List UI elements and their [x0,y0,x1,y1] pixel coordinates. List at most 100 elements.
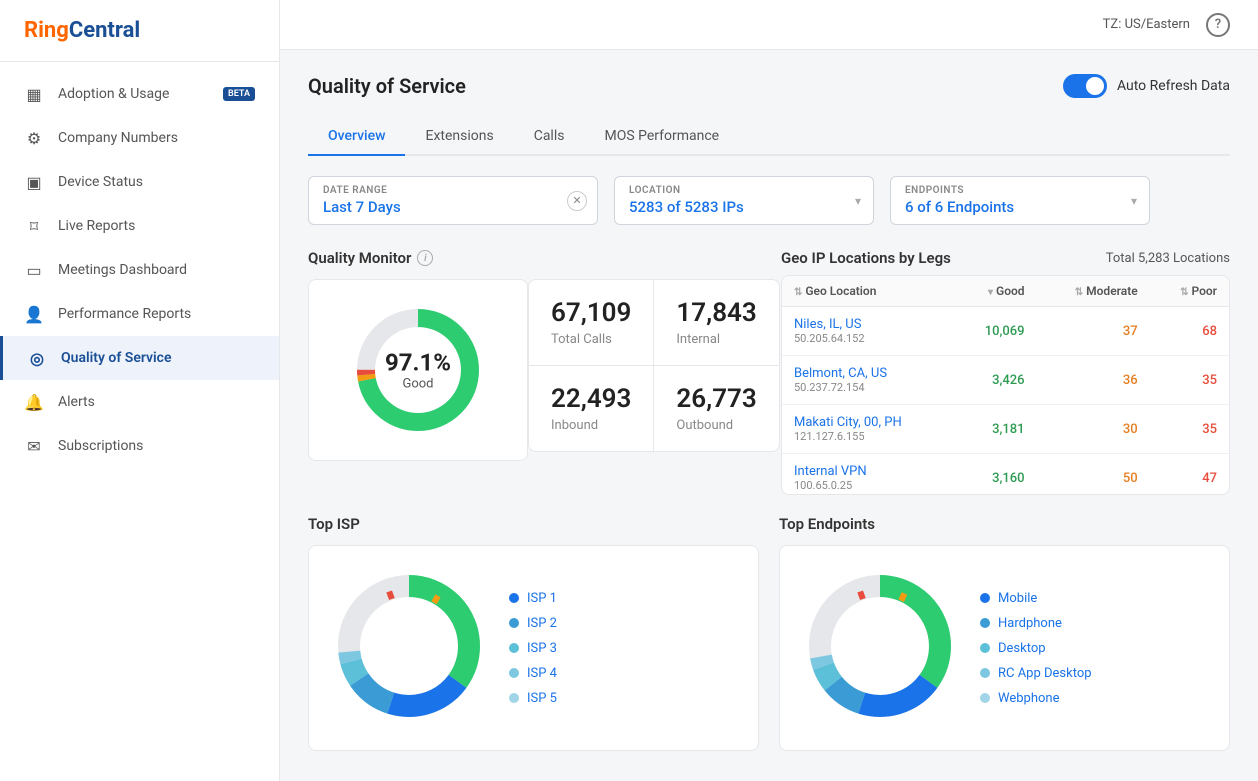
sidebar-item-label: Performance Reports [58,306,255,322]
col-moderate[interactable]: ⇅ Moderate [1037,276,1150,307]
location-filter[interactable]: LOCATION 5283 of 5283 IPs ▾ [614,176,874,225]
legend-item: Desktop [980,641,1092,656]
sidebar-item-adoption[interactable]: ▦ Adoption & Usage BETA [0,72,279,116]
geo-loc-ip: 50.205.64.152 [794,332,941,345]
legend-item: Mobile [980,591,1092,606]
sidebar-item-company-numbers[interactable]: ⚙ Company Numbers [0,116,279,160]
live-icon: ⌑ [24,216,44,236]
isp-legend: ISP 1ISP 2ISP 3ISP 4ISP 5 [509,591,557,706]
tab-mos[interactable]: MOS Performance [584,118,739,156]
col-location[interactable]: ⇅ Geo Location [782,276,953,307]
sidebar: RingCentral ▦ Adoption & Usage BETA ⚙ Co… [0,0,280,781]
sidebar-nav: ▦ Adoption & Usage BETA ⚙ Company Number… [0,62,279,781]
sidebar-item-subscriptions[interactable]: ✉ Subscriptions [0,424,279,468]
donut-percentage: 97.1% [385,349,451,377]
page-header: Quality of Service Auto Refresh Data [308,74,1230,98]
geo-location-cell: Belmont, CA, US 50.237.72.154 [782,356,953,405]
total-calls-card: 67,109 Total Calls [528,279,653,365]
geo-header: Geo IP Locations by Legs Total 5,283 Loc… [781,249,1230,267]
filters-bar: DATE RANGE Last 7 Days ✕ LOCATION 5283 o… [308,176,1230,225]
legend-item: Hardphone [980,616,1092,631]
performance-icon: 👤 [24,304,44,324]
location-chevron-icon: ▾ [855,194,861,208]
outbound-calls-label: Outbound [676,418,756,433]
date-range-filter[interactable]: DATE RANGE Last 7 Days ✕ [308,176,598,225]
total-calls-number: 67,109 [551,298,631,328]
legend-label: ISP 1 [527,591,557,606]
geo-loc-ip: 50.237.72.154 [794,381,941,394]
quality-monitor-section: Quality Monitor i [308,249,757,461]
auto-refresh-toggle[interactable] [1063,74,1107,98]
sidebar-item-label: Device Status [58,174,255,190]
internal-calls-card: 17,843 Internal [653,279,779,365]
col-poor[interactable]: ⇅ Poor [1150,276,1229,307]
sidebar-item-performance[interactable]: 👤 Performance Reports [0,292,279,336]
content-area: Quality of Service Auto Refresh Data Ove… [280,50,1258,781]
internal-calls-number: 17,843 [676,298,756,328]
date-range-label: DATE RANGE [323,185,583,196]
sidebar-item-label: Adoption & Usage [58,86,203,102]
legend-dot [980,618,990,628]
sidebar-item-quality[interactable]: ◎ Quality of Service [0,336,279,380]
company-icon: ⚙ [24,128,44,148]
legend-dot [980,593,990,603]
geo-poor-cell: 35 [1150,356,1229,405]
geo-good-cell: 3,426 [953,356,1036,405]
sidebar-item-alerts[interactable]: 🔔 Alerts [0,380,279,424]
geo-poor-cell: 68 [1150,307,1229,356]
alerts-icon: 🔔 [24,392,44,412]
date-range-clear[interactable]: ✕ [567,191,587,211]
table-row: Internal VPN 100.65.0.25 3,160 50 47 [782,454,1229,496]
timezone-label: TZ: US/Eastern [1103,17,1190,32]
quality-monitor-title: Quality Monitor i [308,249,757,267]
top-endpoints-card: MobileHardphoneDesktopRC App DesktopWebp… [779,545,1230,751]
endpoints-chevron-icon: ▾ [1131,194,1137,208]
legend-dot [509,643,519,653]
geo-good-cell: 10,069 [953,307,1036,356]
sidebar-item-live-reports[interactable]: ⌑ Live Reports [0,204,279,248]
table-row: Niles, IL, US 50.205.64.152 10,069 37 68 [782,307,1229,356]
location-value: 5283 of 5283 IPs [629,198,859,216]
geo-loc-name[interactable]: Internal VPN [794,464,941,479]
donut-center: 97.1% Good [385,349,451,392]
legend-dot [509,693,519,703]
geo-loc-name[interactable]: Belmont, CA, US [794,366,941,381]
sidebar-item-meetings[interactable]: ▭ Meetings Dashboard [0,248,279,292]
legend-label: Mobile [998,591,1037,606]
info-icon[interactable]: i [417,250,433,266]
geo-good-cell: 3,181 [953,405,1036,454]
device-icon: ▣ [24,172,44,192]
geo-loc-name[interactable]: Niles, IL, US [794,317,941,332]
donut-chart-card: 97.1% Good [308,279,528,461]
col-good[interactable]: ▾ Good [953,276,1036,307]
geo-location-cell: Internal VPN 100.65.0.25 [782,454,953,496]
logo-ring: Ring [24,18,69,43]
tabs-bar: Overview Extensions Calls MOS Performanc… [308,118,1230,156]
tab-overview[interactable]: Overview [308,118,405,156]
endpoints-filter[interactable]: ENDPOINTS 6 of 6 Endpoints ▾ [890,176,1150,225]
geo-good-cell: 3,160 [953,454,1036,496]
geo-loc-name[interactable]: Makati City, 00, PH [794,415,941,430]
date-range-value: Last 7 Days [323,198,583,216]
help-button[interactable]: ? [1206,13,1230,37]
legend-dot [980,668,990,678]
sidebar-item-label: Company Numbers [58,130,255,146]
tab-extensions[interactable]: Extensions [405,118,513,156]
outbound-calls-card: 26,773 Outbound [653,365,779,452]
logo: RingCentral [0,0,279,62]
auto-refresh-control: Auto Refresh Data [1063,74,1230,98]
tab-calls[interactable]: Calls [514,118,585,156]
bottom-charts: Top ISP [308,515,1230,751]
top-endpoints-title: Top Endpoints [779,515,1230,533]
sidebar-item-device-status[interactable]: ▣ Device Status [0,160,279,204]
donut-chart: 97.1% Good [348,300,488,440]
sidebar-item-label: Subscriptions [58,438,255,454]
legend-item: ISP 5 [509,691,557,706]
geo-loc-ip: 100.65.0.25 [794,479,941,492]
geo-moderate-cell: 37 [1037,307,1150,356]
sidebar-item-label: Quality of Service [61,350,255,366]
legend-label: ISP 3 [527,641,557,656]
legend-dot [980,643,990,653]
legend-label: ISP 4 [527,666,557,681]
top-isp-card: ISP 1ISP 2ISP 3ISP 4ISP 5 [308,545,759,751]
